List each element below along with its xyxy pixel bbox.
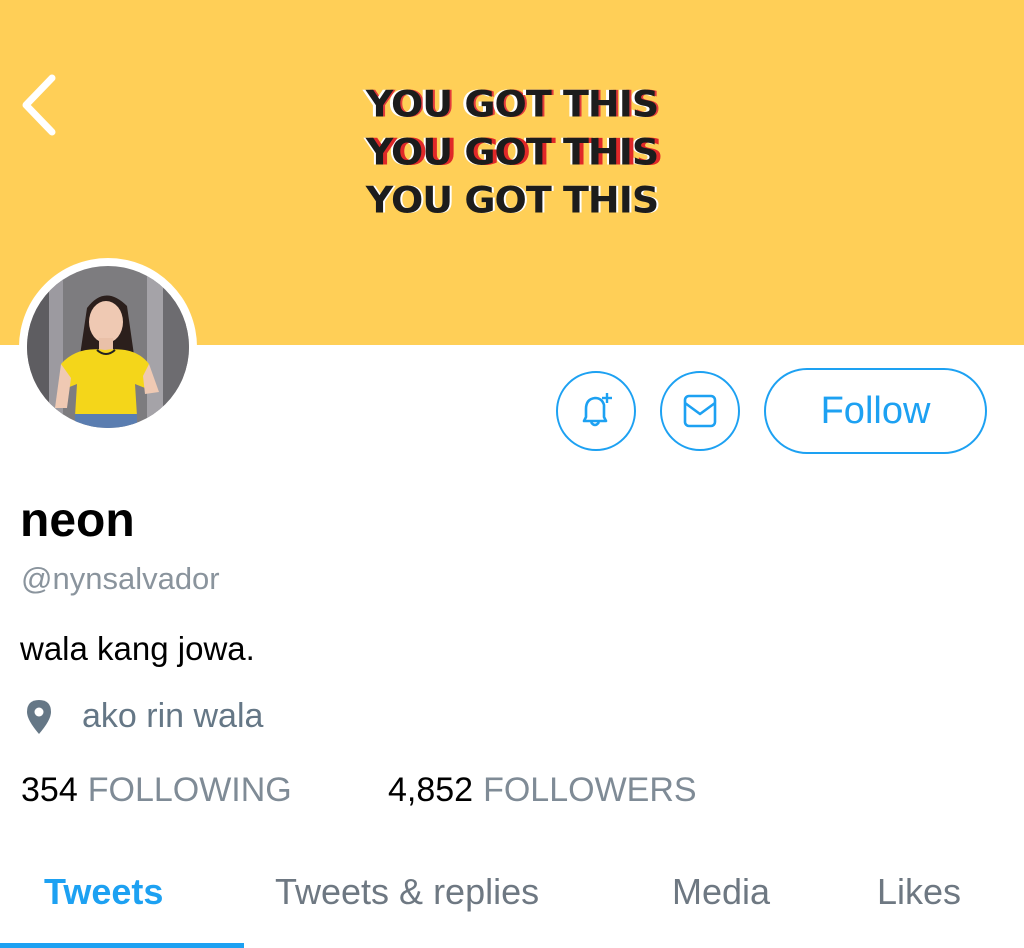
followers-count: 4,852 [388,771,474,809]
banner-line: YOU GOT THIS [365,83,659,125]
banner-line: YOU GOT THIS [365,179,659,221]
following-label: FOLLOWING [87,771,292,809]
location-text: ako rin wala [82,697,264,735]
avatar[interactable] [19,258,197,436]
tab-tweets[interactable]: Tweets [44,868,163,916]
profile-page: YOU GOT THIS YOU GOT THIS YOU GOT THIS F… [0,0,1024,948]
profile-bio: wala kang jowa. [20,630,255,667]
envelope-icon [683,394,717,428]
chevron-left-icon [22,74,56,136]
message-button[interactable] [660,371,740,451]
tab-tweets-and-replies[interactable]: Tweets & replies [275,868,539,916]
banner-line: YOU GOT THIS [365,131,659,173]
tab-likes[interactable]: Likes [877,868,961,916]
notify-button[interactable] [556,371,636,451]
map-pin-icon [27,700,51,734]
user-handle: @nynsalvador [21,561,220,596]
following-count: 354 [21,771,78,809]
avatar-image [27,266,189,428]
active-tab-indicator [0,943,244,948]
bell-plus-icon [582,393,612,427]
display-name: neon [20,494,135,547]
tab-media[interactable]: Media [672,868,770,916]
followers-stat[interactable]: 4,852 FOLLOWERS [388,768,697,812]
banner-text: YOU GOT THIS YOU GOT THIS YOU GOT THIS [312,80,712,224]
follow-button[interactable]: Follow [764,368,987,454]
back-button[interactable] [14,70,74,140]
following-stat[interactable]: 354 FOLLOWING [21,768,292,812]
followers-label: FOLLOWERS [483,771,697,809]
